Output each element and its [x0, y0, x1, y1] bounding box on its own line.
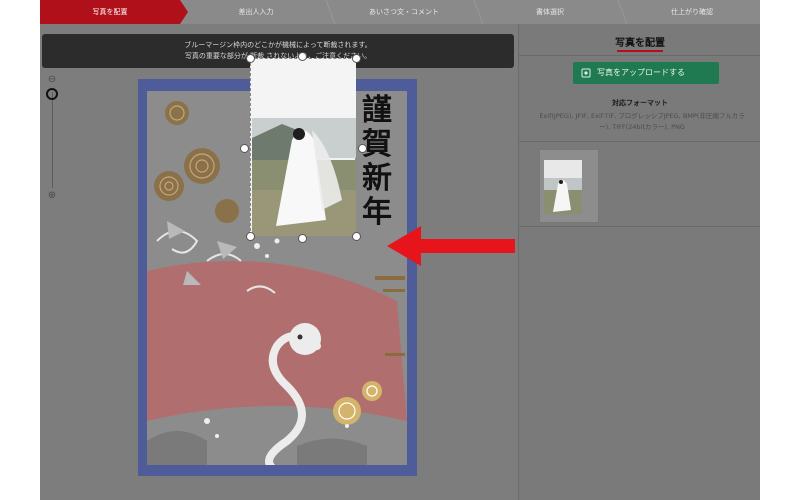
resize-handle-bottom-left[interactable] [246, 232, 255, 241]
step-progress-bar: 写真を配置 差出人入力 あいさつ文・コメント 書体選択 仕上がり確認 [40, 0, 760, 24]
rotate-handle-top[interactable] [298, 52, 307, 61]
step-greeting[interactable]: あいさつ文・コメント [332, 0, 476, 24]
resize-handle-top-right[interactable] [352, 54, 361, 63]
step-arrow-icon [180, 0, 188, 24]
step-sender[interactable]: 差出人入力 [188, 0, 324, 24]
bride-photo-image [252, 60, 356, 236]
resize-handle-top-left[interactable] [246, 54, 255, 63]
upload-button-label: 写真をアップロードする [597, 68, 685, 77]
notice-line-1: ブルーマージン枠内のどこかが機械によって断裁されます。 [184, 41, 372, 49]
upload-icon [581, 68, 591, 78]
step-label: 写真を配置 [92, 8, 128, 16]
zoom-in-icon[interactable]: ⊕ [46, 190, 58, 202]
divider [519, 55, 760, 56]
photo-placement-box[interactable] [250, 58, 356, 236]
divider [519, 226, 760, 227]
zoom-out-icon[interactable]: ⊖ [46, 74, 58, 86]
step-label: 仕上がり確認 [671, 8, 713, 16]
uploaded-photo[interactable] [252, 60, 356, 236]
step-label: 差出人入力 [238, 8, 274, 16]
resize-handle-bottom-right[interactable] [352, 232, 361, 241]
resize-handle-left[interactable] [240, 144, 249, 153]
upload-photo-button[interactable]: 写真をアップロードする [573, 62, 719, 84]
divider [519, 141, 760, 142]
thumbnail-image [544, 160, 582, 214]
formats-heading: 対応フォーマット [612, 99, 668, 107]
step-label: 書体選択 [536, 8, 564, 16]
zoom-slider-knob[interactable] [46, 88, 58, 100]
rotate-handle-bottom[interactable] [298, 234, 307, 243]
step-confirm[interactable]: 仕上がり確認 [624, 0, 760, 24]
step-photo[interactable]: 写真を配置 [40, 0, 188, 24]
panel-title: 写真を配置 [615, 38, 665, 49]
panel-title-underline [617, 50, 663, 52]
step-font[interactable]: 書体選択 [480, 0, 620, 24]
formats-list: Exif(JPEG), JFIF, Exif-TIF, プログレッシブJPEG,… [539, 112, 745, 131]
headline-char-2: 賀 [362, 127, 392, 162]
photo-thumbnail[interactable] [539, 149, 599, 223]
zoom-slider-track[interactable] [52, 92, 53, 188]
step-label: あいさつ文・コメント [369, 8, 439, 16]
photo-side-panel: 写真を配置 写真をアップロードする 対応フォーマット Exif(JPEG), J… [518, 24, 760, 500]
headline-char-3: 新 [362, 161, 392, 196]
annotation-arrow-icon [387, 226, 515, 266]
headline-char-1: 謹 [362, 93, 392, 128]
